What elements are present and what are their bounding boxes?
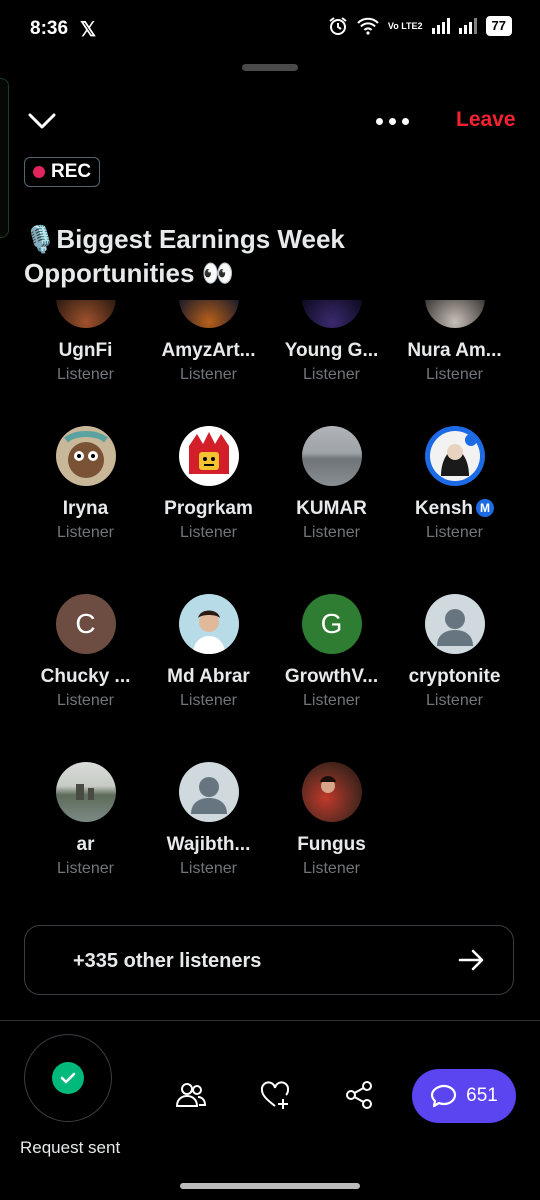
participant-role: Listener <box>180 692 237 709</box>
participant-name: Md Abrar <box>167 666 250 687</box>
participant-name: Progrkam <box>164 498 253 519</box>
participant-kumar[interactable]: KUMAR Listener <box>270 426 393 542</box>
space-title: 🎙️Biggest Earnings Week Opportunities 👀 <box>24 224 345 288</box>
participant-fungus[interactable]: Fungus Listener <box>270 762 393 878</box>
default-avatar-icon <box>424 594 485 654</box>
volte-indicator: Vo LTE2 <box>387 20 423 31</box>
alarm-icon <box>329 17 347 35</box>
participant-chucky[interactable]: C Chucky ... Listener <box>24 594 147 710</box>
participant-name: Fungus <box>297 834 366 855</box>
participant-young-g[interactable]: Young G... Listener <box>270 300 393 384</box>
rec-label: REC <box>51 161 92 182</box>
signal-icon-2 <box>458 18 477 34</box>
wifi-icon <box>357 17 379 35</box>
participant-md-abrar[interactable]: Md Abrar Listener <box>147 594 270 710</box>
default-avatar-icon <box>178 762 239 822</box>
participant-role: Listener <box>426 366 483 383</box>
avatar <box>301 762 362 822</box>
participant-name: Young G... <box>284 340 379 361</box>
participant-role: Listener <box>180 860 237 877</box>
participant-role: Listener <box>57 692 114 709</box>
other-listeners-label: +335 other listeners <box>73 950 262 972</box>
people-icon[interactable] <box>174 1078 208 1112</box>
avatar <box>55 300 116 328</box>
avatar: G <box>301 594 362 654</box>
heart-add-icon[interactable] <box>258 1078 292 1112</box>
arrow-right-icon <box>458 949 484 971</box>
side-tab[interactable] <box>0 78 9 238</box>
participant-progrkam[interactable]: Progrkam Listener <box>147 426 270 542</box>
participant-role: Listener <box>303 692 360 709</box>
participant-role: Listener <box>180 366 237 383</box>
participant-nura[interactable]: Nura Am... Listener <box>393 300 516 384</box>
comments-button[interactable]: 651 <box>412 1069 516 1123</box>
recording-badge: REC <box>24 157 101 187</box>
avatar <box>424 300 485 328</box>
participant-name: ar <box>76 834 95 855</box>
avatar <box>301 426 362 486</box>
participant-kensh[interactable]: Kensh M Listener <box>393 426 516 542</box>
participant-name: Iryna <box>62 498 109 519</box>
participant-role: Listener <box>180 524 237 541</box>
avatar <box>55 762 116 822</box>
request-sent-label: Request sent <box>20 1138 121 1157</box>
participant-name: UgnFi <box>58 340 113 361</box>
participant-role: Listener <box>426 524 483 541</box>
avatar <box>55 426 116 486</box>
participant-growthv[interactable]: G GrowthV... Listener <box>270 594 393 710</box>
signal-icon <box>431 18 450 34</box>
avatar <box>424 426 485 486</box>
check-icon <box>52 1062 84 1094</box>
home-indicator[interactable] <box>180 1183 360 1189</box>
avatar <box>178 300 239 328</box>
status-icons: Vo LTE2 77 <box>328 16 512 36</box>
participant-wajibth[interactable]: Wajibth... Listener <box>147 762 270 878</box>
participant-name: Kensh M <box>393 498 516 520</box>
collapse-chevron-icon[interactable] <box>26 106 58 136</box>
status-bar: 8:36 𝕏 Vo LTE2 77 <box>0 0 540 60</box>
request-mic-button[interactable] <box>24 1034 112 1122</box>
participant-name: Chucky ... <box>40 666 131 687</box>
participant-role: Listener <box>303 860 360 877</box>
verified-badge-icon: M <box>476 499 495 517</box>
drag-handle[interactable] <box>242 64 298 71</box>
participant-name: GrowthV... <box>284 666 379 687</box>
participant-role: Listener <box>303 524 360 541</box>
participant-name: cryptonite <box>408 666 501 687</box>
participant-cryptonite[interactable]: cryptonite Listener <box>393 594 516 710</box>
participant-ugnfi[interactable]: UgnFi Listener <box>24 300 147 384</box>
status-time: 8:36 <box>30 18 69 39</box>
participants-grid: UgnFi Listener AmyzArt... Listener Young… <box>24 300 517 900</box>
participant-role: Listener <box>426 692 483 709</box>
participant-role: Listener <box>57 860 114 877</box>
share-icon[interactable] <box>342 1078 376 1112</box>
participant-role: Listener <box>303 366 360 383</box>
participant-amyzart[interactable]: AmyzArt... Listener <box>147 300 270 384</box>
avatar <box>301 300 362 328</box>
other-listeners-button[interactable]: +335 other listeners <box>24 925 514 995</box>
leave-button[interactable]: Leave <box>456 108 516 132</box>
x-logo-icon: 𝕏 <box>80 19 97 41</box>
record-dot-icon <box>33 166 45 178</box>
avatar: C <box>55 594 116 654</box>
avatar <box>178 426 239 486</box>
comment-icon <box>431 1084 457 1108</box>
battery-icon: 77 <box>485 16 512 36</box>
participant-name: Nura Am... <box>407 340 502 361</box>
avatar <box>178 594 239 654</box>
more-options-icon[interactable] <box>376 114 416 128</box>
participant-name: AmyzArt... <box>161 340 256 361</box>
participant-ar[interactable]: ar Listener <box>24 762 147 878</box>
participant-iryna[interactable]: Iryna Listener <box>24 426 147 542</box>
participant-role: Listener <box>57 524 114 541</box>
participant-role: Listener <box>57 366 114 383</box>
comment-count: 651 <box>466 1085 498 1106</box>
participant-name: Wajibth... <box>166 834 251 855</box>
bottom-divider <box>0 1020 540 1021</box>
participant-name: KUMAR <box>296 498 367 519</box>
